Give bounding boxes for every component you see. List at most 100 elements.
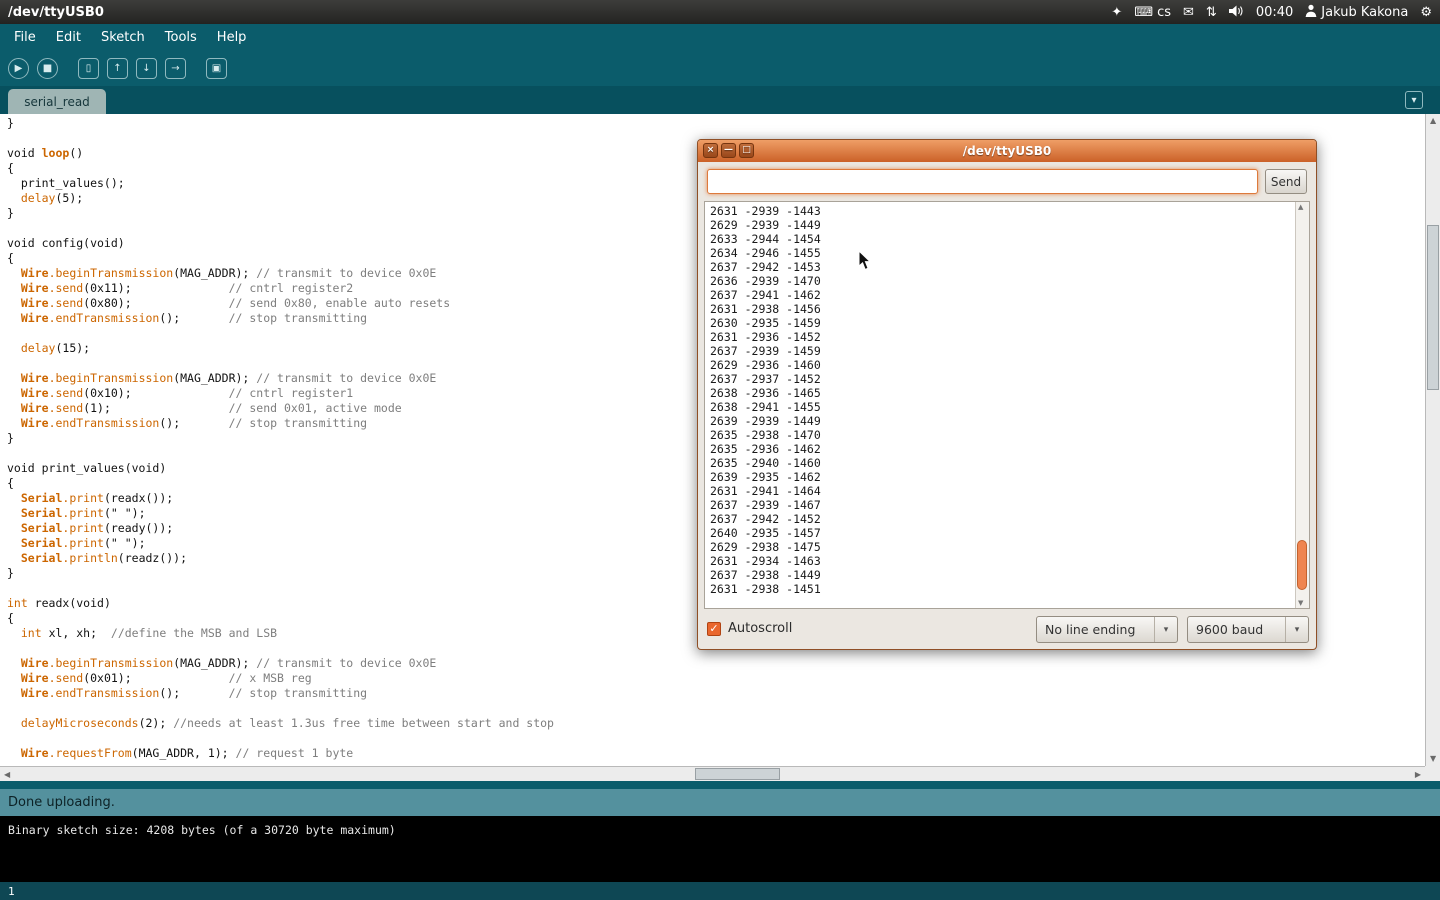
tab-bar: serial_read ▾: [0, 86, 1440, 114]
upload-button[interactable]: →: [165, 58, 186, 79]
autoscroll-label: Autoscroll: [728, 621, 792, 636]
serial-line: 2636 -2939 -1470: [710, 274, 1309, 288]
upload-icon: →: [171, 63, 179, 74]
menu-bar: FileEditSketchToolsHelp: [0, 24, 1440, 51]
new-sketch-icon: ▯: [86, 63, 92, 74]
serial-input-field[interactable]: [707, 169, 1258, 194]
baud-dropdown-arrow-icon[interactable]: ▾: [1285, 617, 1308, 642]
scroll-down-icon[interactable]: ▼: [1430, 755, 1436, 763]
line-ending-dropdown[interactable]: No line ending ▾: [1036, 616, 1178, 643]
code-line: Wire.endTransmission(); // stop transmit…: [7, 686, 1425, 701]
serial-line: 2631 -2938 -1451: [710, 582, 1309, 596]
maximize-button[interactable]: □: [739, 143, 754, 158]
autoscroll-checkbox[interactable]: ✓: [707, 622, 721, 636]
serial-line: 2631 -2941 -1464: [710, 484, 1309, 498]
serial-line: 2631 -2938 -1456: [710, 302, 1309, 316]
mouse-cursor: [858, 250, 872, 271]
line-ending-dropdown-arrow-icon[interactable]: ▾: [1154, 617, 1177, 642]
console-text: Binary sketch size: 4208 bytes (of a 307…: [8, 823, 396, 837]
panel-indicators: ✦ ⌨ cs ✉ ⇅ 00:40 Jakub Kakona ⚙: [1111, 4, 1432, 21]
network-icon[interactable]: ⇅: [1206, 6, 1217, 19]
scroll-left-icon[interactable]: ◀: [4, 771, 10, 779]
serial-line: 2637 -2942 -1453: [710, 260, 1309, 274]
serial-monitor-titlebar[interactable]: × — □ /dev/ttyUSB0: [698, 140, 1316, 162]
new-sketch-button[interactable]: ▯: [78, 58, 99, 79]
keyboard-layout-label: cs: [1157, 5, 1171, 20]
editor-horizontal-scrollbar[interactable]: ◀ ▶: [0, 766, 1425, 781]
user-icon: [1305, 4, 1317, 21]
line-number-strip: 1: [0, 882, 1440, 900]
stop-button[interactable]: ■: [37, 58, 58, 79]
serial-monitor-window: × — □ /dev/ttyUSB0 Send 2631 -2939 -1443…: [697, 139, 1317, 650]
serial-scroll-up-icon[interactable]: ▲: [1298, 203, 1303, 211]
serial-line: 2631 -2939 -1443: [710, 204, 1309, 218]
send-button[interactable]: Send: [1265, 169, 1307, 194]
mail-icon[interactable]: ✉: [1183, 6, 1194, 19]
serial-line: 2637 -2938 -1449: [710, 568, 1309, 582]
line-ending-value: No line ending: [1037, 622, 1154, 637]
serial-line: 2634 -2946 -1455: [710, 246, 1309, 260]
serial-monitor-icon: ▣: [212, 63, 221, 74]
tab-label: serial_read: [24, 95, 90, 109]
serial-line: 2637 -2937 -1452: [710, 372, 1309, 386]
menu-sketch[interactable]: Sketch: [91, 26, 155, 49]
baud-rate-dropdown[interactable]: 9600 baud ▾: [1187, 616, 1309, 643]
close-icon: ×: [707, 145, 715, 155]
top-panel: /dev/ttyUSB0 ✦ ⌨ cs ✉ ⇅ 00:40 Jakub Kako…: [0, 0, 1440, 24]
serial-monitor-button[interactable]: ▣: [206, 58, 227, 79]
save-sketch-button[interactable]: ↓: [136, 58, 157, 79]
serial-monitor-controls: ✓ Autoscroll No line ending ▾ 9600 baud …: [707, 616, 1307, 643]
open-sketch-button[interactable]: ↑: [107, 58, 128, 79]
vertical-scroll-thumb[interactable]: [1427, 225, 1439, 390]
scrollbar-corner: [1425, 766, 1440, 781]
tab-serial-read[interactable]: serial_read: [8, 89, 106, 114]
verify-icon: ▶: [15, 63, 23, 74]
status-text: Done uploading.: [8, 795, 115, 810]
baud-rate-value: 9600 baud: [1188, 622, 1285, 637]
scroll-up-icon[interactable]: ▲: [1430, 117, 1436, 125]
username-label: Jakub Kakona: [1321, 5, 1408, 20]
serial-line: 2637 -2942 -1452: [710, 512, 1309, 526]
volume-icon[interactable]: [1229, 5, 1244, 20]
bluetooth-icon[interactable]: ✦: [1111, 6, 1122, 19]
minimize-icon: —: [724, 145, 733, 155]
console: Binary sketch size: 4208 bytes (of a 307…: [0, 816, 1440, 882]
code-line: [7, 701, 1425, 716]
serial-scroll-down-icon[interactable]: ▼: [1298, 599, 1303, 607]
scroll-right-icon[interactable]: ▶: [1415, 771, 1421, 779]
serial-line: 2630 -2935 -1459: [710, 316, 1309, 330]
keyboard-icon: ⌨: [1134, 6, 1153, 19]
serial-line: 2640 -2935 -1457: [710, 526, 1309, 540]
tab-menu-icon: ▾: [1411, 95, 1416, 106]
minimize-button[interactable]: —: [721, 143, 736, 158]
maximize-icon: □: [742, 145, 751, 155]
user-menu[interactable]: Jakub Kakona: [1305, 4, 1408, 21]
session-gear-icon[interactable]: ⚙: [1420, 6, 1432, 19]
serial-monitor-title: /dev/ttyUSB0: [963, 144, 1052, 158]
menu-tools[interactable]: Tools: [155, 26, 207, 49]
serial-line: 2637 -2939 -1467: [710, 498, 1309, 512]
code-line: }: [7, 116, 1425, 131]
serial-scrollbar[interactable]: ▲ ▼: [1295, 202, 1309, 608]
serial-line: 2631 -2934 -1463: [710, 554, 1309, 568]
window-buttons: × — □: [703, 143, 754, 158]
serial-output[interactable]: 2631 -2939 -14432629 -2939 -14492633 -29…: [704, 201, 1310, 609]
save-sketch-icon: ↓: [142, 63, 150, 74]
serial-scroll-thumb[interactable]: [1297, 540, 1307, 590]
close-button[interactable]: ×: [703, 143, 718, 158]
menu-help[interactable]: Help: [207, 26, 257, 49]
verify-button[interactable]: ▶: [8, 58, 29, 79]
tab-menu-button[interactable]: ▾: [1405, 91, 1423, 109]
serial-line: 2638 -2941 -1455: [710, 400, 1309, 414]
horizontal-scroll-thumb[interactable]: [695, 768, 780, 780]
serial-output-lines: 2631 -2939 -14432629 -2939 -14492633 -29…: [705, 202, 1309, 596]
keyboard-layout-indicator[interactable]: ⌨ cs: [1134, 5, 1171, 20]
serial-line: 2635 -2936 -1462: [710, 442, 1309, 456]
menu-edit[interactable]: Edit: [46, 26, 91, 49]
code-line: Wire.beginTransmission(MAG_ADDR); // tra…: [7, 656, 1425, 671]
menu-file[interactable]: File: [4, 26, 46, 49]
serial-line: 2637 -2939 -1459: [710, 344, 1309, 358]
clock[interactable]: 00:40: [1256, 5, 1293, 20]
open-sketch-icon: ↑: [113, 63, 121, 74]
editor-vertical-scrollbar[interactable]: ▲ ▼: [1425, 114, 1440, 766]
